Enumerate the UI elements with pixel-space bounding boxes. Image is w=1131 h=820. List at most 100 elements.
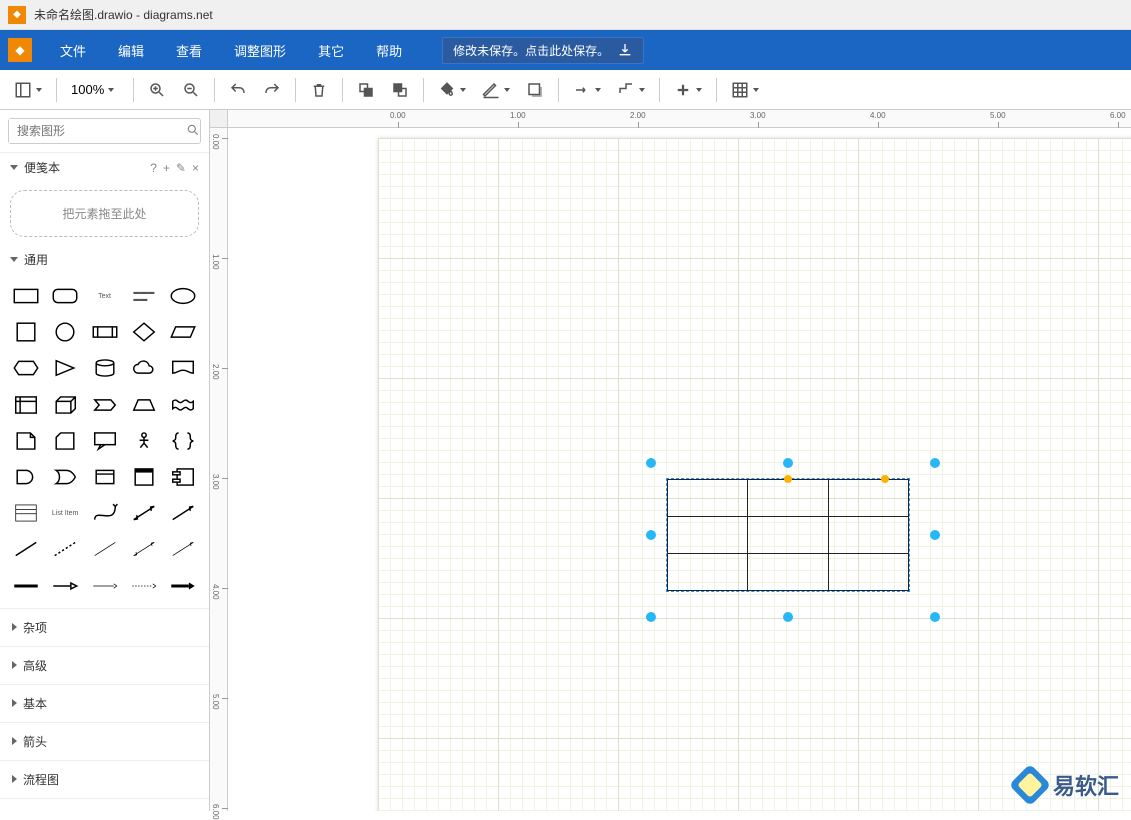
shape-process[interactable] (87, 316, 122, 348)
category-er[interactable]: 实体关系 (0, 798, 209, 811)
category-arrows[interactable]: 箭头 (0, 722, 209, 760)
shape-bidir-thin[interactable] (126, 533, 161, 565)
resize-handle-n[interactable] (783, 458, 793, 468)
shape-circle[interactable] (47, 316, 82, 348)
shape-actor[interactable] (126, 425, 161, 457)
zoom-out-button[interactable] (176, 76, 206, 104)
shape-cloud[interactable] (126, 352, 161, 384)
scratchpad-header[interactable]: 便笺本 ? + ✎ × (0, 153, 209, 182)
zoom-in-button[interactable] (142, 76, 172, 104)
resize-handle-nw[interactable] (646, 458, 656, 468)
line-color-button[interactable] (476, 76, 516, 104)
shape-square[interactable] (8, 316, 43, 348)
shape-line2[interactable] (87, 533, 122, 565)
scratchpad-add[interactable]: + (163, 161, 170, 175)
shape-rounded[interactable] (47, 280, 82, 312)
shape-or[interactable] (47, 461, 82, 493)
selected-table[interactable] (666, 478, 910, 592)
category-misc[interactable]: 杂项 (0, 608, 209, 646)
page[interactable] (378, 138, 1131, 811)
scratchpad-edit[interactable]: ✎ (176, 161, 186, 175)
to-back-button[interactable] (385, 76, 415, 104)
rotate-handle[interactable] (784, 475, 792, 483)
search-icon[interactable] (180, 123, 206, 140)
shape-curly[interactable] (166, 425, 201, 457)
shape-dashed-line[interactable] (47, 533, 82, 565)
general-header[interactable]: 通用 (0, 245, 209, 274)
shape-hexagon[interactable] (8, 352, 43, 384)
table-shape[interactable] (667, 479, 909, 591)
shape-line[interactable] (8, 533, 43, 565)
scratchpad-dropzone[interactable]: 把元素拖至此处 (10, 190, 199, 237)
shape-trapezoid[interactable] (126, 389, 161, 421)
shape-link4[interactable] (126, 570, 161, 602)
shape-datastore[interactable] (87, 461, 122, 493)
shape-curve[interactable] (87, 497, 122, 529)
horizontal-ruler[interactable]: 0.00 1.00 2.00 3.00 4.00 5.00 6.00 (228, 110, 1131, 128)
category-flowchart[interactable]: 流程图 (0, 760, 209, 798)
to-front-button[interactable] (351, 76, 381, 104)
shadow-button[interactable] (520, 76, 550, 104)
menu-view[interactable]: 查看 (160, 30, 218, 70)
undo-button[interactable] (223, 76, 253, 104)
shape-component[interactable] (166, 461, 201, 493)
drawing-canvas[interactable] (228, 128, 1131, 811)
shape-link2[interactable] (47, 570, 82, 602)
delete-button[interactable] (304, 76, 334, 104)
resize-handle-sw[interactable] (646, 612, 656, 622)
shape-tape[interactable] (166, 389, 201, 421)
shape-cube[interactable] (47, 389, 82, 421)
redo-button[interactable] (257, 76, 287, 104)
shape-document[interactable] (166, 352, 201, 384)
shape-text[interactable]: Text (87, 280, 122, 312)
shape-and[interactable] (8, 461, 43, 493)
resize-handle-s[interactable] (783, 612, 793, 622)
shape-textbox[interactable]: ▬▬▬▬▬ (126, 280, 161, 312)
menu-help[interactable]: 帮助 (360, 30, 418, 70)
shape-frame[interactable] (126, 461, 161, 493)
shape-diamond[interactable] (126, 316, 161, 348)
resize-handle-ne[interactable] (930, 458, 940, 468)
save-notice[interactable]: 修改未保存。点击此处保存。 (442, 37, 644, 64)
shape-link[interactable] (8, 570, 43, 602)
fill-color-button[interactable] (432, 76, 472, 104)
connection-point[interactable] (881, 475, 889, 483)
shape-ellipse[interactable] (166, 280, 201, 312)
shape-triangle[interactable] (47, 352, 82, 384)
menu-app-icon[interactable]: ◆ (8, 38, 32, 62)
waypoint-button[interactable] (611, 76, 651, 104)
shape-link5[interactable] (166, 570, 201, 602)
shape-arrow[interactable] (166, 497, 201, 529)
shape-card[interactable] (47, 425, 82, 457)
menu-extras[interactable]: 其它 (302, 30, 360, 70)
shape-cylinder[interactable] (87, 352, 122, 384)
resize-handle-se[interactable] (930, 612, 940, 622)
category-advanced[interactable]: 高级 (0, 646, 209, 684)
shape-arrow-thin[interactable] (166, 533, 201, 565)
table-button[interactable] (725, 76, 765, 104)
scratchpad-close[interactable]: × (192, 161, 199, 175)
shape-parallelogram[interactable] (166, 316, 201, 348)
vertical-ruler[interactable]: 0.00 1.00 2.00 3.00 4.00 5.00 6.00 (210, 128, 228, 811)
shape-link3[interactable] (87, 570, 122, 602)
resize-handle-w[interactable] (646, 530, 656, 540)
view-toggle-button[interactable] (8, 76, 48, 104)
scratchpad-help[interactable]: ? (150, 161, 157, 175)
connection-button[interactable] (567, 76, 607, 104)
shape-note[interactable] (8, 425, 43, 457)
resize-handle-e[interactable] (930, 530, 940, 540)
search-input[interactable] (9, 119, 180, 143)
menu-file[interactable]: 文件 (44, 30, 102, 70)
shape-internal-storage[interactable] (8, 389, 43, 421)
shape-callout[interactable] (87, 425, 122, 457)
add-button[interactable] (668, 76, 708, 104)
menu-edit[interactable]: 编辑 (102, 30, 160, 70)
shape-list-item[interactable]: List Item (47, 497, 82, 529)
shape-list[interactable] (8, 497, 43, 529)
zoom-level[interactable]: 100% (65, 80, 125, 99)
shape-bidir-arrow[interactable] (126, 497, 161, 529)
category-basic[interactable]: 基本 (0, 684, 209, 722)
menu-arrange[interactable]: 调整图形 (218, 30, 302, 70)
shape-rect[interactable] (8, 280, 43, 312)
shape-step[interactable] (87, 389, 122, 421)
